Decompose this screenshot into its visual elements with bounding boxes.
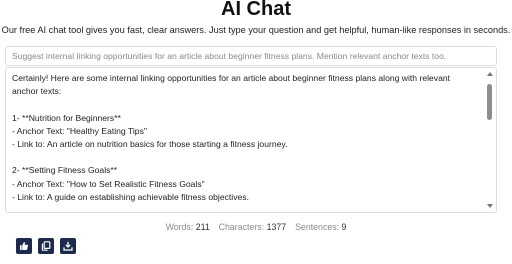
sentences-label: Sentences: xyxy=(295,222,340,232)
copy-icon xyxy=(41,241,51,251)
response-line: anchor texts: xyxy=(12,86,62,97)
thumbs-up-icon xyxy=(20,242,29,250)
response-line: 2- **Setting Fitness Goals** xyxy=(12,165,118,176)
response-output[interactable]: Certainly! Here are some internal linkin… xyxy=(5,67,497,213)
response-scrollbar[interactable] xyxy=(485,70,495,210)
scroll-thumb[interactable] xyxy=(487,84,492,120)
ai-chat-page: AI Chat Our free AI chat tool gives you … xyxy=(0,0,512,264)
response-line: - Anchor Text: "Healthy Eating Tips" xyxy=(12,125,147,136)
response-line xyxy=(12,204,480,212)
response-line xyxy=(12,98,480,111)
download-icon xyxy=(63,241,73,251)
words-label: Words: xyxy=(165,222,194,232)
response-text: Certainly! Here are some internal linkin… xyxy=(12,72,480,212)
page-subtitle: Our free AI chat tool gives you fast, cl… xyxy=(1,25,511,35)
characters-label: Characters: xyxy=(218,222,265,232)
response-line: - Anchor Text: "How to Set Realistic Fit… xyxy=(12,178,205,189)
text-stats: Words: 211 Characters: 1377 Sentences: 9 xyxy=(0,221,512,233)
prompt-input[interactable]: Suggest internal linking opportunities f… xyxy=(5,46,497,66)
copy-button[interactable] xyxy=(38,238,54,254)
characters-count: 1377 xyxy=(266,222,287,232)
page-title: AI Chat xyxy=(221,0,291,20)
words-count: 211 xyxy=(195,222,210,232)
scroll-up-arrow-icon[interactable] xyxy=(487,72,493,76)
download-button[interactable] xyxy=(60,238,76,254)
scroll-down-arrow-icon[interactable] xyxy=(487,204,493,208)
response-line xyxy=(12,151,480,164)
response-line: - Link to: An article on nutrition basic… xyxy=(12,138,288,149)
response-line: - Link to: A guide on establishing achie… xyxy=(12,191,249,202)
response-line: Certainly! Here are some internal linkin… xyxy=(12,73,451,83)
like-button[interactable] xyxy=(16,238,32,254)
sentences-count: 9 xyxy=(341,222,347,232)
response-line: 1- **Nutrition for Beginners** xyxy=(12,112,121,123)
